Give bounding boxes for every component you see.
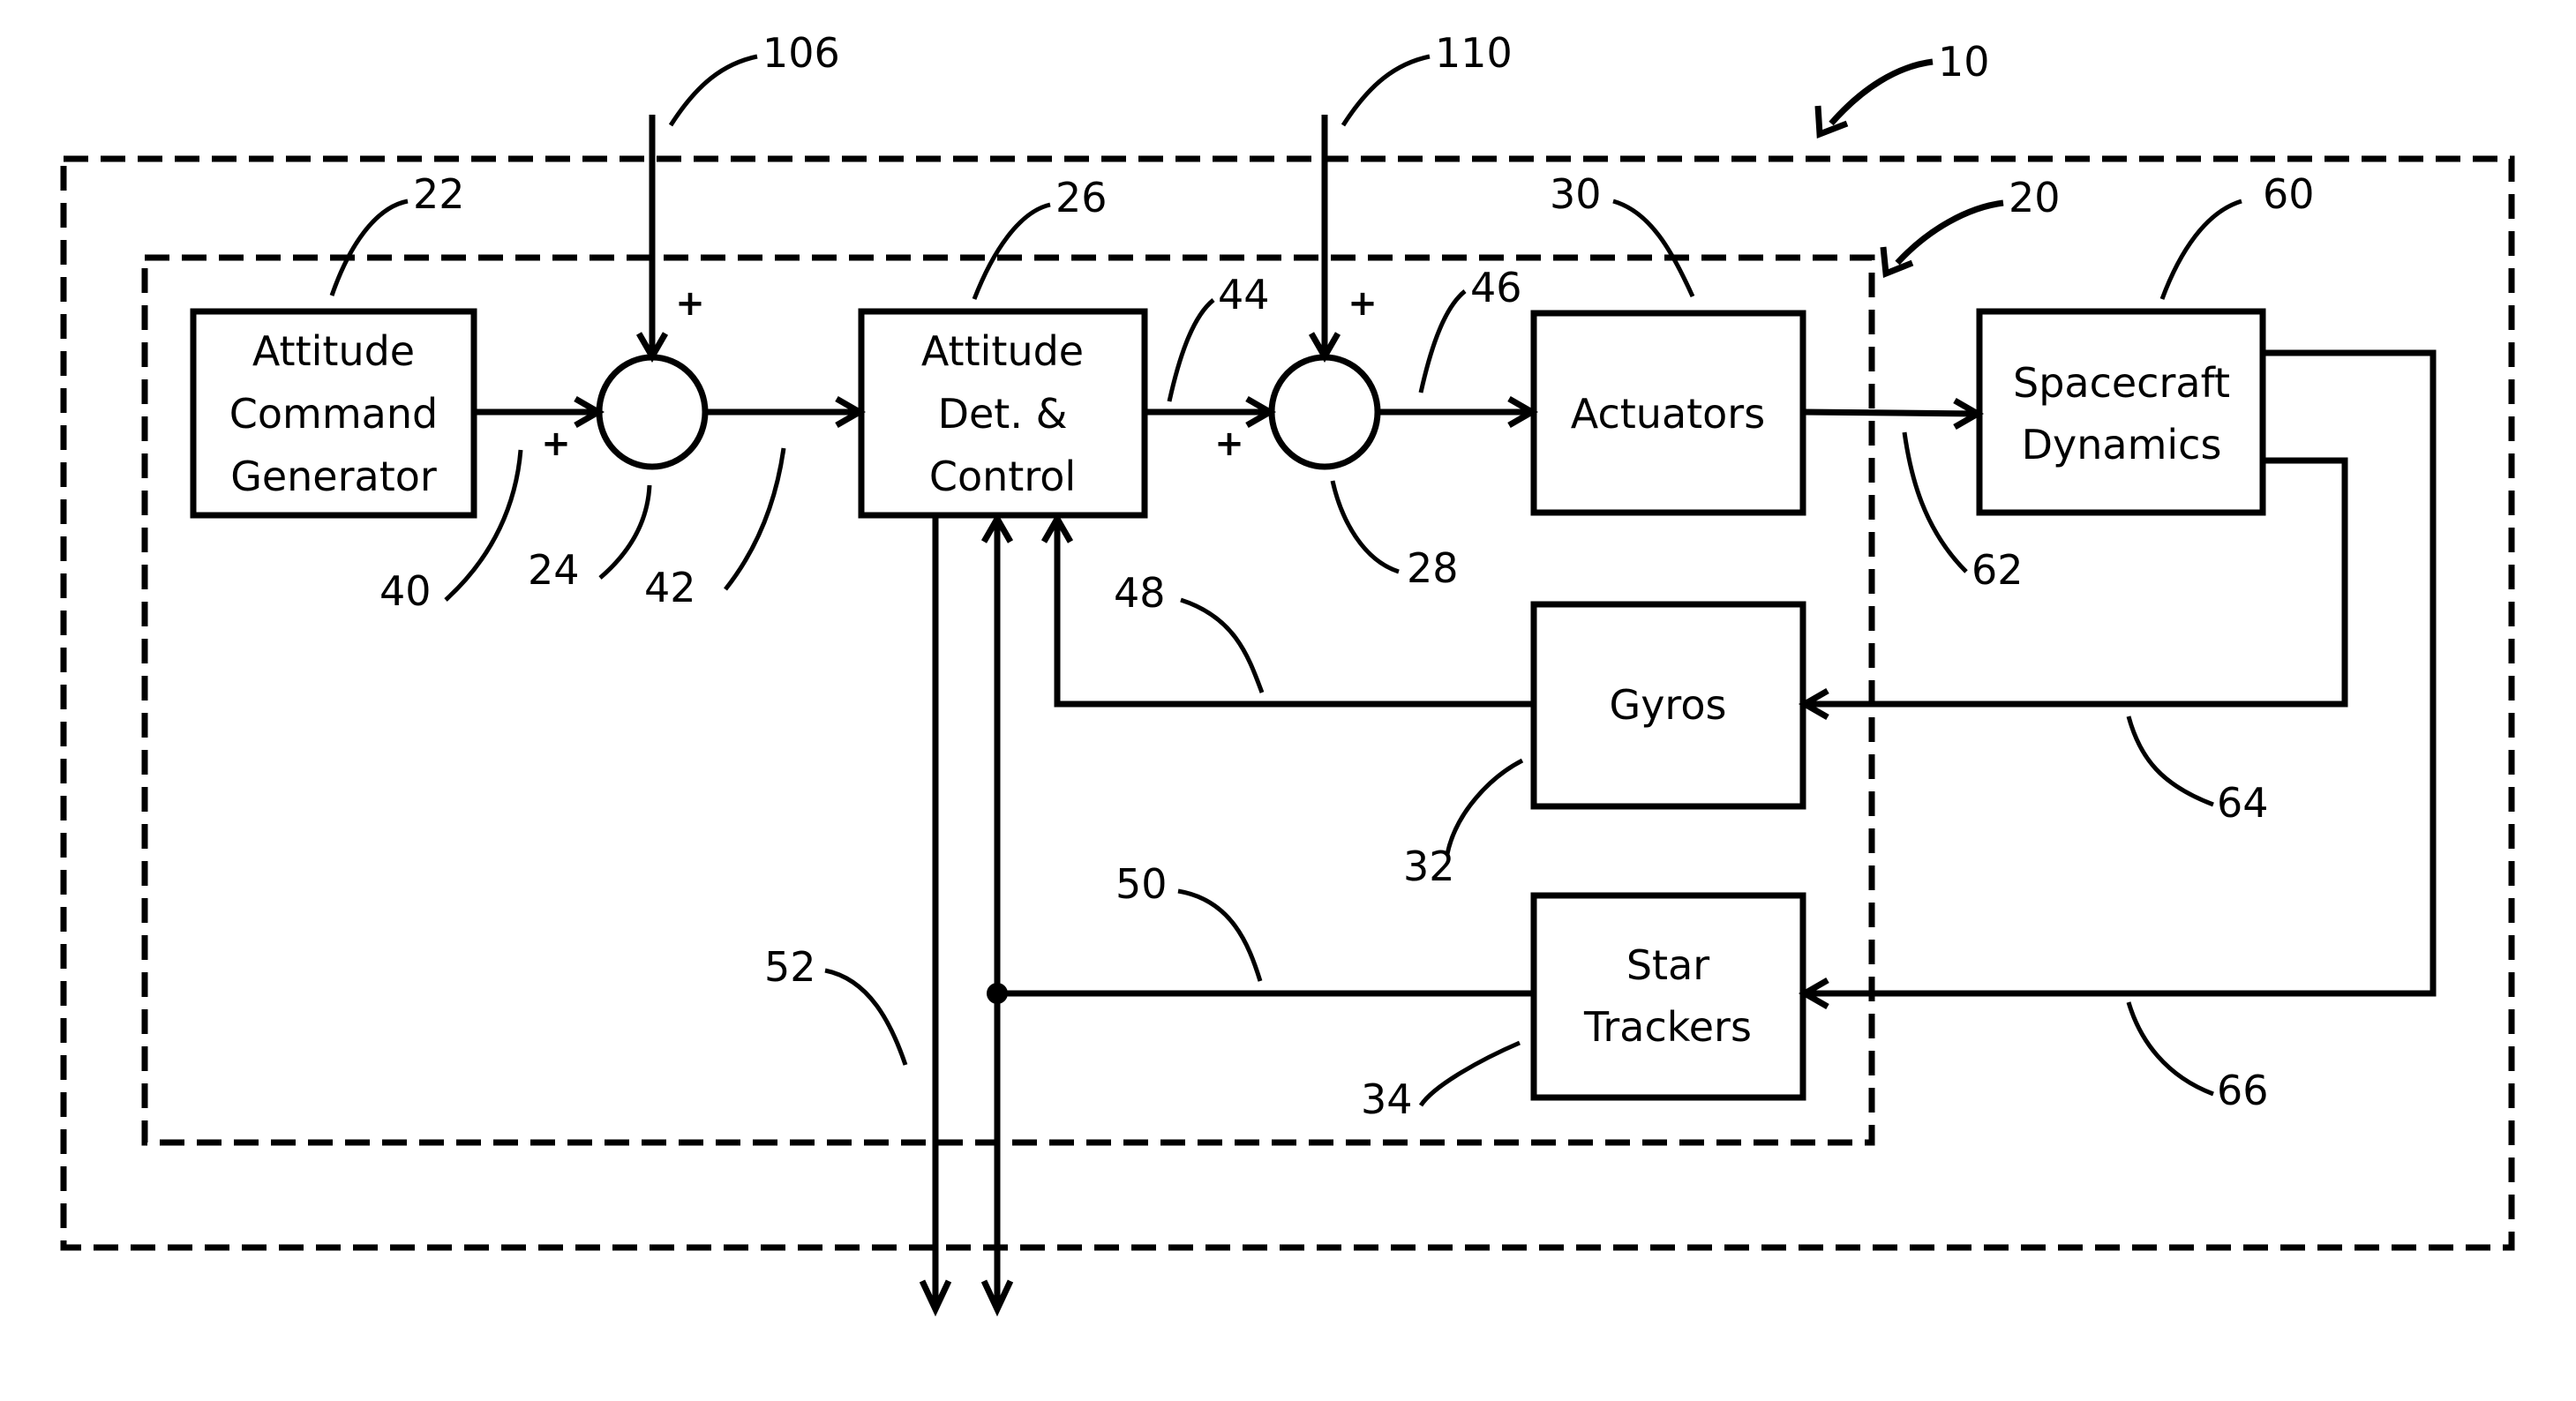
numeral-110: 110: [1435, 29, 1513, 77]
sum1-left-sign: +: [541, 423, 571, 464]
leader-48: [1180, 597, 1265, 693]
spacecraft-dynamics-block: Spacecraft Dynamics: [1976, 308, 2266, 516]
acg-line-3: Generator: [230, 453, 437, 500]
numeral-34: 34: [1361, 1075, 1413, 1123]
star-trackers-line-2: Trackers: [1583, 1003, 1752, 1051]
reference-numerals: 106 110 10 20 22 26 30 60 40 24 42 44 46…: [379, 29, 2315, 1123]
numeral-42: 42: [644, 564, 696, 611]
numeral-22: 22: [413, 170, 465, 218]
numeral-10: 10: [1938, 38, 1990, 86]
numeral-40: 40: [379, 567, 432, 615]
leader-44: [1167, 298, 1215, 402]
wire-62: [1802, 408, 1979, 417]
numeral-32: 32: [1403, 843, 1455, 890]
gyros-label: Gyros: [1610, 681, 1727, 729]
leader-52: [824, 968, 908, 1066]
adc-line-1: Attitude: [921, 327, 1084, 375]
acg-line-1: Attitude: [252, 327, 415, 375]
sum2-top-sign: +: [1348, 283, 1378, 324]
signal-wires: [474, 115, 2437, 1317]
leader-46: [1418, 289, 1467, 393]
numeral-26: 26: [1055, 174, 1108, 221]
star-trackers-block: Star Trackers: [1530, 892, 1806, 1101]
leader-50: [1177, 888, 1263, 982]
numeral-44: 44: [1218, 271, 1270, 318]
leader-42: [724, 447, 786, 591]
junction-dot: [987, 983, 1008, 1004]
numeral-30: 30: [1550, 170, 1602, 218]
leader-66: [2126, 1001, 2214, 1097]
numeral-106: 106: [762, 29, 840, 77]
leader-30: [1612, 199, 1695, 298]
numeral-28: 28: [1407, 544, 1459, 592]
leader-10: [1829, 58, 1934, 126]
leader-24: [598, 484, 652, 580]
numeral-20: 20: [2009, 174, 2061, 221]
numeral-50: 50: [1115, 860, 1168, 908]
numeral-46: 46: [1470, 264, 1522, 311]
leader-34: [1418, 1040, 1521, 1107]
acg-line-2: Command: [229, 390, 438, 438]
sum1-top-sign: +: [675, 283, 705, 324]
numeral-60: 60: [2263, 170, 2315, 218]
numeral-52: 52: [764, 943, 816, 991]
leader-110: [1341, 54, 1431, 127]
leader-26: [972, 202, 1051, 300]
numeral-64: 64: [2217, 779, 2269, 827]
adc-line-3: Control: [929, 453, 1076, 500]
leader-22: [329, 199, 409, 296]
leader-32: [1445, 758, 1524, 855]
leader-20: [1895, 199, 2004, 266]
spacecraft-line-2: Dynamics: [2022, 421, 2222, 468]
leader-28: [1330, 480, 1400, 574]
star-trackers-line-1: Star: [1626, 941, 1709, 989]
leader-60: [2159, 199, 2242, 300]
attitude-command-generator-block: Attitude Command Generator: [190, 308, 477, 519]
numeral-62: 62: [1971, 546, 2024, 594]
summing-junction-2: [1268, 354, 1381, 470]
adc-line-2: Det. &: [938, 390, 1068, 438]
leader-64: [2126, 715, 2214, 807]
actuators-block: Actuators: [1530, 310, 1806, 516]
block-diagram: Attitude Command Generator Attitude Det.…: [60, 29, 2515, 1317]
sum2-left-sign: +: [1214, 423, 1244, 464]
summing-junction-1: [596, 354, 709, 470]
numeral-24: 24: [528, 546, 580, 594]
leader-62: [1902, 431, 1968, 573]
spacecraft-line-1: Spacecraft: [2013, 359, 2230, 407]
numeral-48: 48: [1114, 569, 1166, 617]
actuators-label: Actuators: [1571, 390, 1765, 438]
attitude-det-control-block: Attitude Det. & Control: [858, 308, 1148, 519]
numeral-66: 66: [2217, 1067, 2269, 1114]
leader-lines: [329, 54, 2242, 1107]
gyros-block: Gyros: [1530, 601, 1806, 810]
leader-106: [668, 54, 758, 127]
